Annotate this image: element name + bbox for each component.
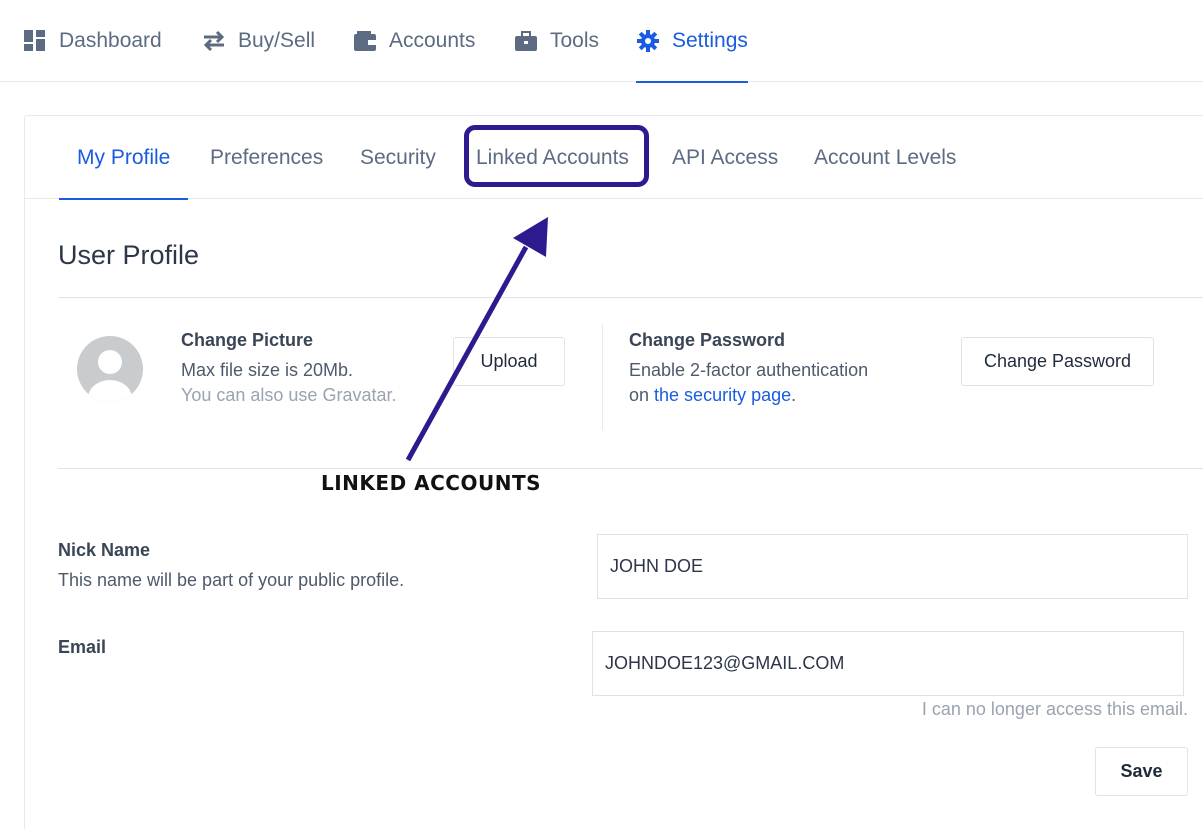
swap-arrows-icon xyxy=(202,29,226,53)
nav-buy-sell-label: Buy/Sell xyxy=(238,29,316,52)
wallet-icon xyxy=(353,29,377,53)
gravatar-hint: You can also use Gravatar. xyxy=(181,385,397,405)
section-separator xyxy=(602,324,603,430)
annotation-highlight-box xyxy=(464,125,649,187)
tab-preferences[interactable]: Preferences xyxy=(210,116,323,199)
settings-subtabs: My Profile Preferences Security Linked A… xyxy=(25,116,1203,200)
nav-buy-sell[interactable]: Buy/Sell xyxy=(202,0,315,82)
picture-size-hint: Max file size is 20Mb. xyxy=(181,360,354,380)
tab-account-levels-label: Account Levels xyxy=(814,145,957,169)
tab-api-access[interactable]: API Access xyxy=(672,116,778,199)
nav-dashboard[interactable]: Dashboard xyxy=(23,0,162,82)
nav-tools-label: Tools xyxy=(550,29,600,52)
nav-dashboard-label: Dashboard xyxy=(59,29,162,52)
gear-icon xyxy=(636,29,660,53)
security-hint-suffix: . xyxy=(791,385,797,405)
title-divider xyxy=(58,297,1203,298)
tab-security[interactable]: Security xyxy=(360,116,436,199)
tab-account-levels[interactable]: Account Levels xyxy=(814,116,956,199)
avatar xyxy=(77,336,143,402)
settings-card: My Profile Preferences Security Linked A… xyxy=(24,115,1203,829)
tab-security-label: Security xyxy=(360,145,436,169)
tab-my-profile[interactable]: My Profile xyxy=(58,116,189,200)
twofactor-hint: Enable 2-factor authentication xyxy=(629,360,869,380)
change-password-heading: Change Password xyxy=(629,330,786,350)
save-button[interactable]: Save xyxy=(1095,747,1188,796)
change-picture-heading: Change Picture xyxy=(181,330,314,350)
security-hint-prefix: on xyxy=(629,385,655,405)
tab-preferences-label: Preferences xyxy=(210,145,324,169)
upload-button[interactable]: Upload xyxy=(453,337,565,386)
security-page-link[interactable]: the security page xyxy=(654,385,791,405)
dashboard-icon xyxy=(23,29,47,53)
briefcase-icon xyxy=(514,29,538,53)
email-label: Email xyxy=(58,637,107,657)
top-navigation: Dashboard Buy/Sell Accounts Tools Settin… xyxy=(0,0,1203,83)
nickname-input[interactable]: JOHN DOE xyxy=(597,534,1188,599)
annotation-label: LINKED ACCOUNTS xyxy=(321,471,542,495)
nickname-help: This name will be part of your public pr… xyxy=(58,570,405,590)
nickname-label: Nick Name xyxy=(58,540,151,560)
default-avatar-icon xyxy=(88,350,132,402)
email-lost-access-link[interactable]: I can no longer access this email. xyxy=(922,699,1188,720)
change-password-button[interactable]: Change Password xyxy=(961,337,1154,386)
picture-divider xyxy=(58,468,1203,469)
page-title: User Profile xyxy=(58,240,200,270)
nav-settings-label: Settings xyxy=(672,29,748,52)
tab-api-access-label: API Access xyxy=(672,145,779,169)
nav-accounts[interactable]: Accounts xyxy=(353,0,475,82)
nav-settings[interactable]: Settings xyxy=(636,0,748,83)
tab-my-profile-label: My Profile xyxy=(77,145,171,169)
nav-accounts-label: Accounts xyxy=(389,29,476,52)
email-input[interactable]: JOHNDOE123@GMAIL.COM xyxy=(592,631,1184,696)
nav-tools[interactable]: Tools xyxy=(514,0,599,82)
security-page-hint: on the security page. xyxy=(629,385,796,406)
